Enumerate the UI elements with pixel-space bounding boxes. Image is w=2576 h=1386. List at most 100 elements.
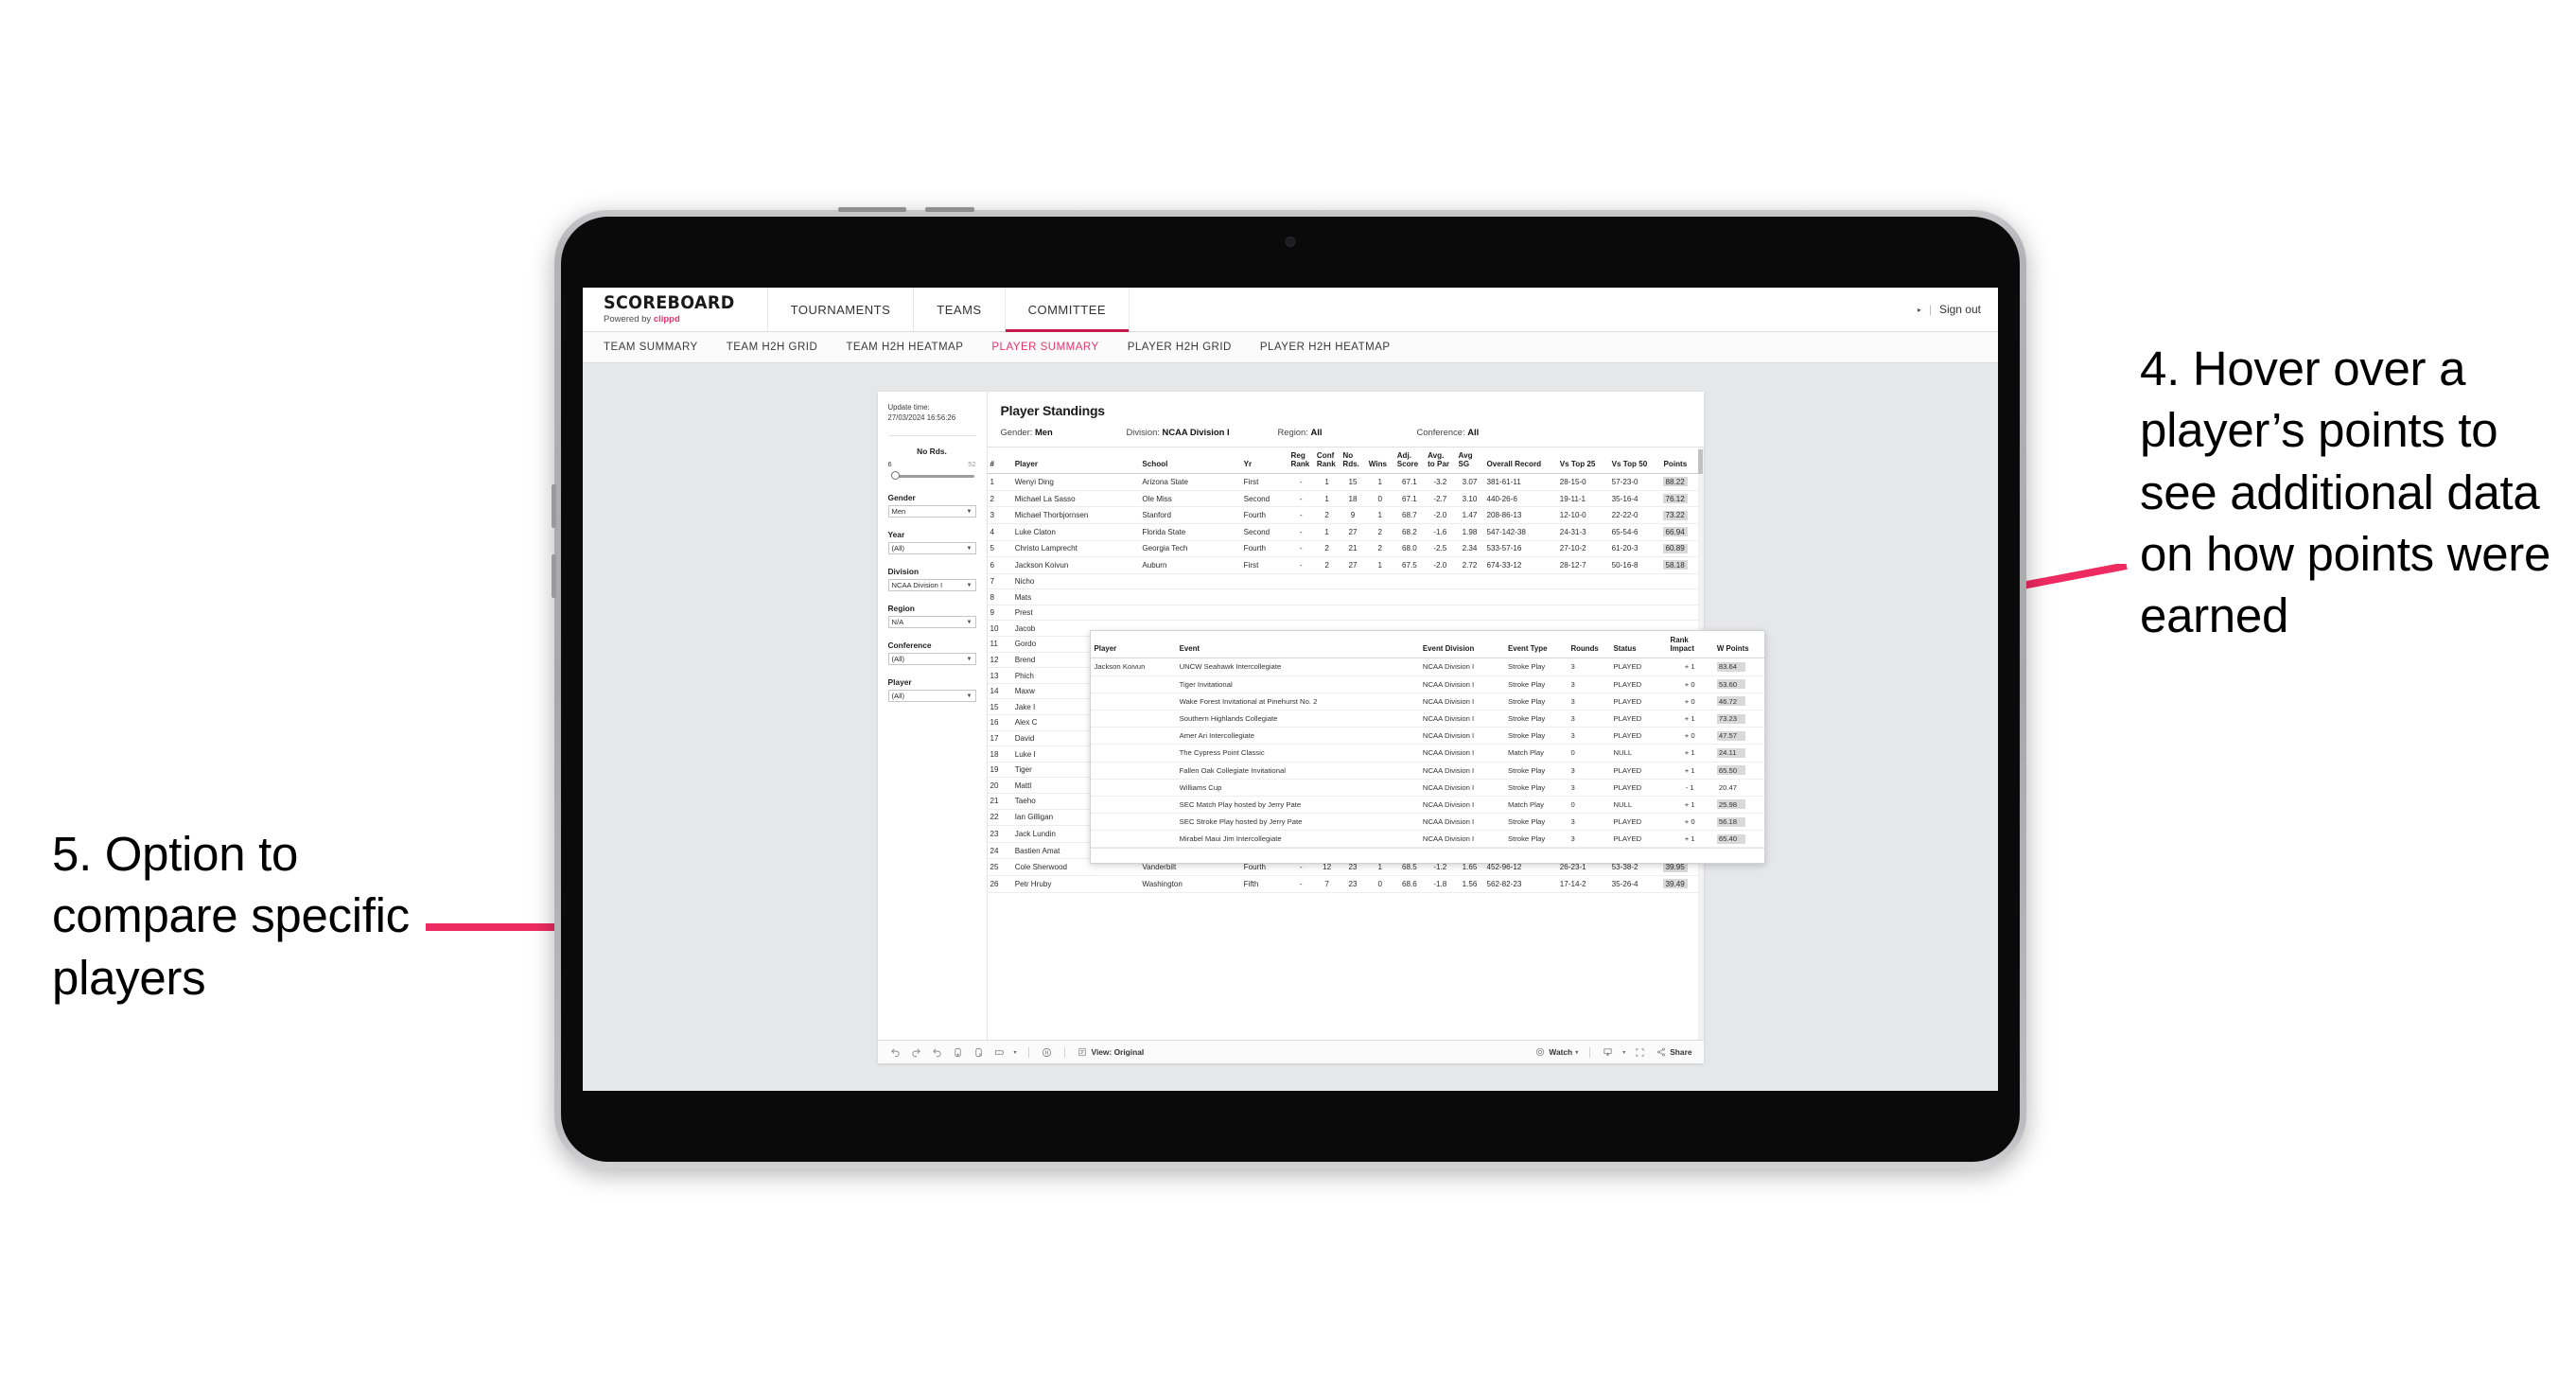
pause-auto-update-icon[interactable] xyxy=(973,1046,985,1059)
cell-rank: 18 xyxy=(987,746,1012,763)
nav-item-tournaments[interactable]: TOURNAMENTS xyxy=(768,288,915,331)
nav-item-teams[interactable]: TEAMS xyxy=(914,288,1006,331)
tooltip-cell-player xyxy=(1090,675,1176,693)
points-chip[interactable]: 76.12 xyxy=(1663,494,1689,504)
table-row[interactable]: 2 Michael La Sasso Ole Miss Second -1 18 0 67.1… xyxy=(987,490,1704,508)
refresh-icon[interactable] xyxy=(952,1046,964,1059)
cell-vs-top-25 xyxy=(1556,605,1609,622)
brand-logo[interactable]: SCOREBOARD Powered by clippd xyxy=(583,288,768,331)
table-scrollbar-thumb[interactable] xyxy=(1698,449,1703,474)
col-avg-sg[interactable]: Avg SG xyxy=(1455,447,1484,475)
cell-school: Washington xyxy=(1139,875,1241,893)
tooltip-cell-w-points: 47.57 xyxy=(1712,727,1764,746)
filter-player: Player (All) ▼ xyxy=(887,677,976,703)
view-original-button[interactable]: View: Original xyxy=(1077,1046,1144,1059)
points-chip[interactable]: 58.18 xyxy=(1663,560,1689,570)
cell-avg-to-par: -2.0 xyxy=(1425,556,1456,574)
table-row[interactable]: 7 Nicho xyxy=(987,573,1704,590)
col-adj-score[interactable]: Adj. Score xyxy=(1393,447,1426,475)
cell-rank: 6 xyxy=(987,556,1012,574)
cell-rank: 22 xyxy=(987,809,1012,827)
cell-adj-score: 68.0 xyxy=(1393,540,1426,558)
tooltip-cell-player: Jackson Koivun xyxy=(1090,658,1176,676)
data-source-caret-icon[interactable]: ▾ xyxy=(1014,1049,1017,1056)
col-wins[interactable]: Wins xyxy=(1365,447,1394,475)
points-chip[interactable]: 39.49 xyxy=(1663,879,1689,889)
table-row[interactable]: 26 Petr Hruby Washington Fifth -7 23 0 68.6 -1.8… xyxy=(987,875,1704,893)
table-row[interactable]: 4 Luke Claton Florida State Second -1 27 2 68.2… xyxy=(987,523,1704,541)
subheader-division-value: NCAA Division I xyxy=(1162,427,1230,437)
cell-wins: 2 xyxy=(1365,540,1394,558)
filter-division-select[interactable]: NCAA Division I ▼ xyxy=(887,579,976,592)
user-caret-icon[interactable]: ▸ xyxy=(1918,306,1921,314)
points-chip[interactable]: 60.89 xyxy=(1663,543,1689,553)
col-vs-top-25[interactable]: Vs Top 25 xyxy=(1556,447,1609,475)
subnav-player-h2h-grid[interactable]: PLAYER H2H GRID xyxy=(1128,342,1232,353)
table-row[interactable]: 1 Wenyi Ding Arizona State First -1 15 1 67.1 -3… xyxy=(987,473,1704,491)
data-source-icon[interactable] xyxy=(993,1046,1006,1059)
col-reg-rank[interactable]: Reg Rank xyxy=(1288,447,1314,475)
table-row[interactable]: 5 Christo Lamprecht Georgia Tech Fourth -2 21… xyxy=(987,540,1704,558)
filter-gender: Gender Men ▼ xyxy=(887,493,976,518)
filter-region-select[interactable]: N/A ▼ xyxy=(887,616,976,629)
cell-rank: 16 xyxy=(987,714,1012,731)
table-row[interactable]: 9 Prest xyxy=(987,605,1704,622)
toolbar-right-group: Watch ▾ ▾ Share xyxy=(1533,1046,1692,1059)
revert-icon[interactable] xyxy=(931,1046,943,1059)
filter-gender-select[interactable]: Men ▼ xyxy=(887,505,976,518)
table-row[interactable]: 6 Jackson Koivun Auburn First -2 27 1 67.5 -2.0 2… xyxy=(987,556,1704,574)
col-year[interactable]: Yr xyxy=(1240,447,1288,475)
col-avg-to-par[interactable]: Avg. to Par xyxy=(1425,447,1456,475)
col-conf-rank[interactable]: Conf Rank xyxy=(1313,447,1341,475)
filter-division: Division NCAA Division I ▼ xyxy=(887,567,976,592)
points-chip[interactable]: 88.22 xyxy=(1663,477,1689,487)
fullscreen-icon[interactable] xyxy=(1634,1046,1646,1059)
col-no-rounds[interactable]: No Rds. xyxy=(1340,447,1366,475)
cell-avg-sg xyxy=(1455,573,1484,590)
tooltip-cell-w-points: 83.64 xyxy=(1712,658,1764,676)
sign-out-link[interactable]: Sign out xyxy=(1939,303,1981,316)
w-points-chip: 25.98 xyxy=(1716,799,1745,810)
col-overall-record[interactable]: Overall Record xyxy=(1483,447,1557,475)
table-row[interactable]: 3 Michael Thorbjornsen Stanford Fourth -2 9 1 6… xyxy=(987,506,1704,524)
subnav-player-h2h-heatmap[interactable]: PLAYER H2H HEATMAP xyxy=(1260,342,1391,353)
share-button[interactable]: Share xyxy=(1655,1046,1692,1059)
subnav-team-h2h-grid[interactable]: TEAM H2H GRID xyxy=(727,342,818,353)
cell-year: Second xyxy=(1240,523,1288,541)
cell-no-rounds: 23 xyxy=(1340,875,1366,893)
points-chip[interactable]: 66.94 xyxy=(1663,527,1689,537)
col-vs-top-50[interactable]: Vs Top 50 xyxy=(1608,447,1661,475)
points-chip[interactable]: 73.22 xyxy=(1663,510,1689,520)
subnav-team-h2h-heatmap[interactable]: TEAM H2H HEATMAP xyxy=(846,342,963,353)
undo-icon[interactable] xyxy=(889,1046,902,1059)
table-row[interactable]: 8 Mats xyxy=(987,588,1704,605)
tooltip-cell-w-points: 65.40 xyxy=(1712,830,1764,849)
watch-caret-icon: ▾ xyxy=(1575,1049,1579,1056)
download-icon[interactable] xyxy=(1602,1046,1614,1059)
pause-icon[interactable] xyxy=(1041,1046,1053,1059)
tooltip-cell-status: PLAYED xyxy=(1609,727,1667,746)
filter-player-label: Player xyxy=(887,677,912,688)
cell-vs-top-50: 61-20-3 xyxy=(1608,540,1661,558)
slider-handle[interactable] xyxy=(890,471,900,481)
cell-avg-to-par xyxy=(1425,605,1456,622)
col-player[interactable]: Player xyxy=(1011,447,1140,475)
cell-reg-rank: - xyxy=(1288,490,1314,508)
nav-item-committee[interactable]: COMMITTEE xyxy=(1005,288,1130,332)
tooltip-cell-event: SEC Match Play hosted by Jerry Pate xyxy=(1175,796,1419,815)
cell-vs-top-25: 27-10-2 xyxy=(1556,540,1609,558)
watch-button[interactable]: Watch ▾ xyxy=(1533,1046,1578,1059)
subnav-team-summary[interactable]: TEAM SUMMARY xyxy=(604,342,698,353)
no-rounds-slider-track[interactable] xyxy=(888,470,976,481)
filter-year-select[interactable]: (All) ▼ xyxy=(887,542,976,555)
filter-divider xyxy=(887,435,976,437)
col-school[interactable]: School xyxy=(1139,447,1241,475)
download-caret-icon[interactable]: ▾ xyxy=(1622,1049,1625,1056)
cell-avg-to-par xyxy=(1425,588,1456,605)
subnav-player-summary[interactable]: PLAYER SUMMARY xyxy=(991,342,1098,353)
col-rank[interactable]: # xyxy=(987,447,1012,475)
filter-conference-select[interactable]: (All) ▼ xyxy=(887,653,976,666)
tooltip-cell-player xyxy=(1090,710,1176,728)
redo-icon[interactable] xyxy=(910,1046,922,1059)
filter-player-select[interactable]: (All) ▼ xyxy=(887,690,976,703)
